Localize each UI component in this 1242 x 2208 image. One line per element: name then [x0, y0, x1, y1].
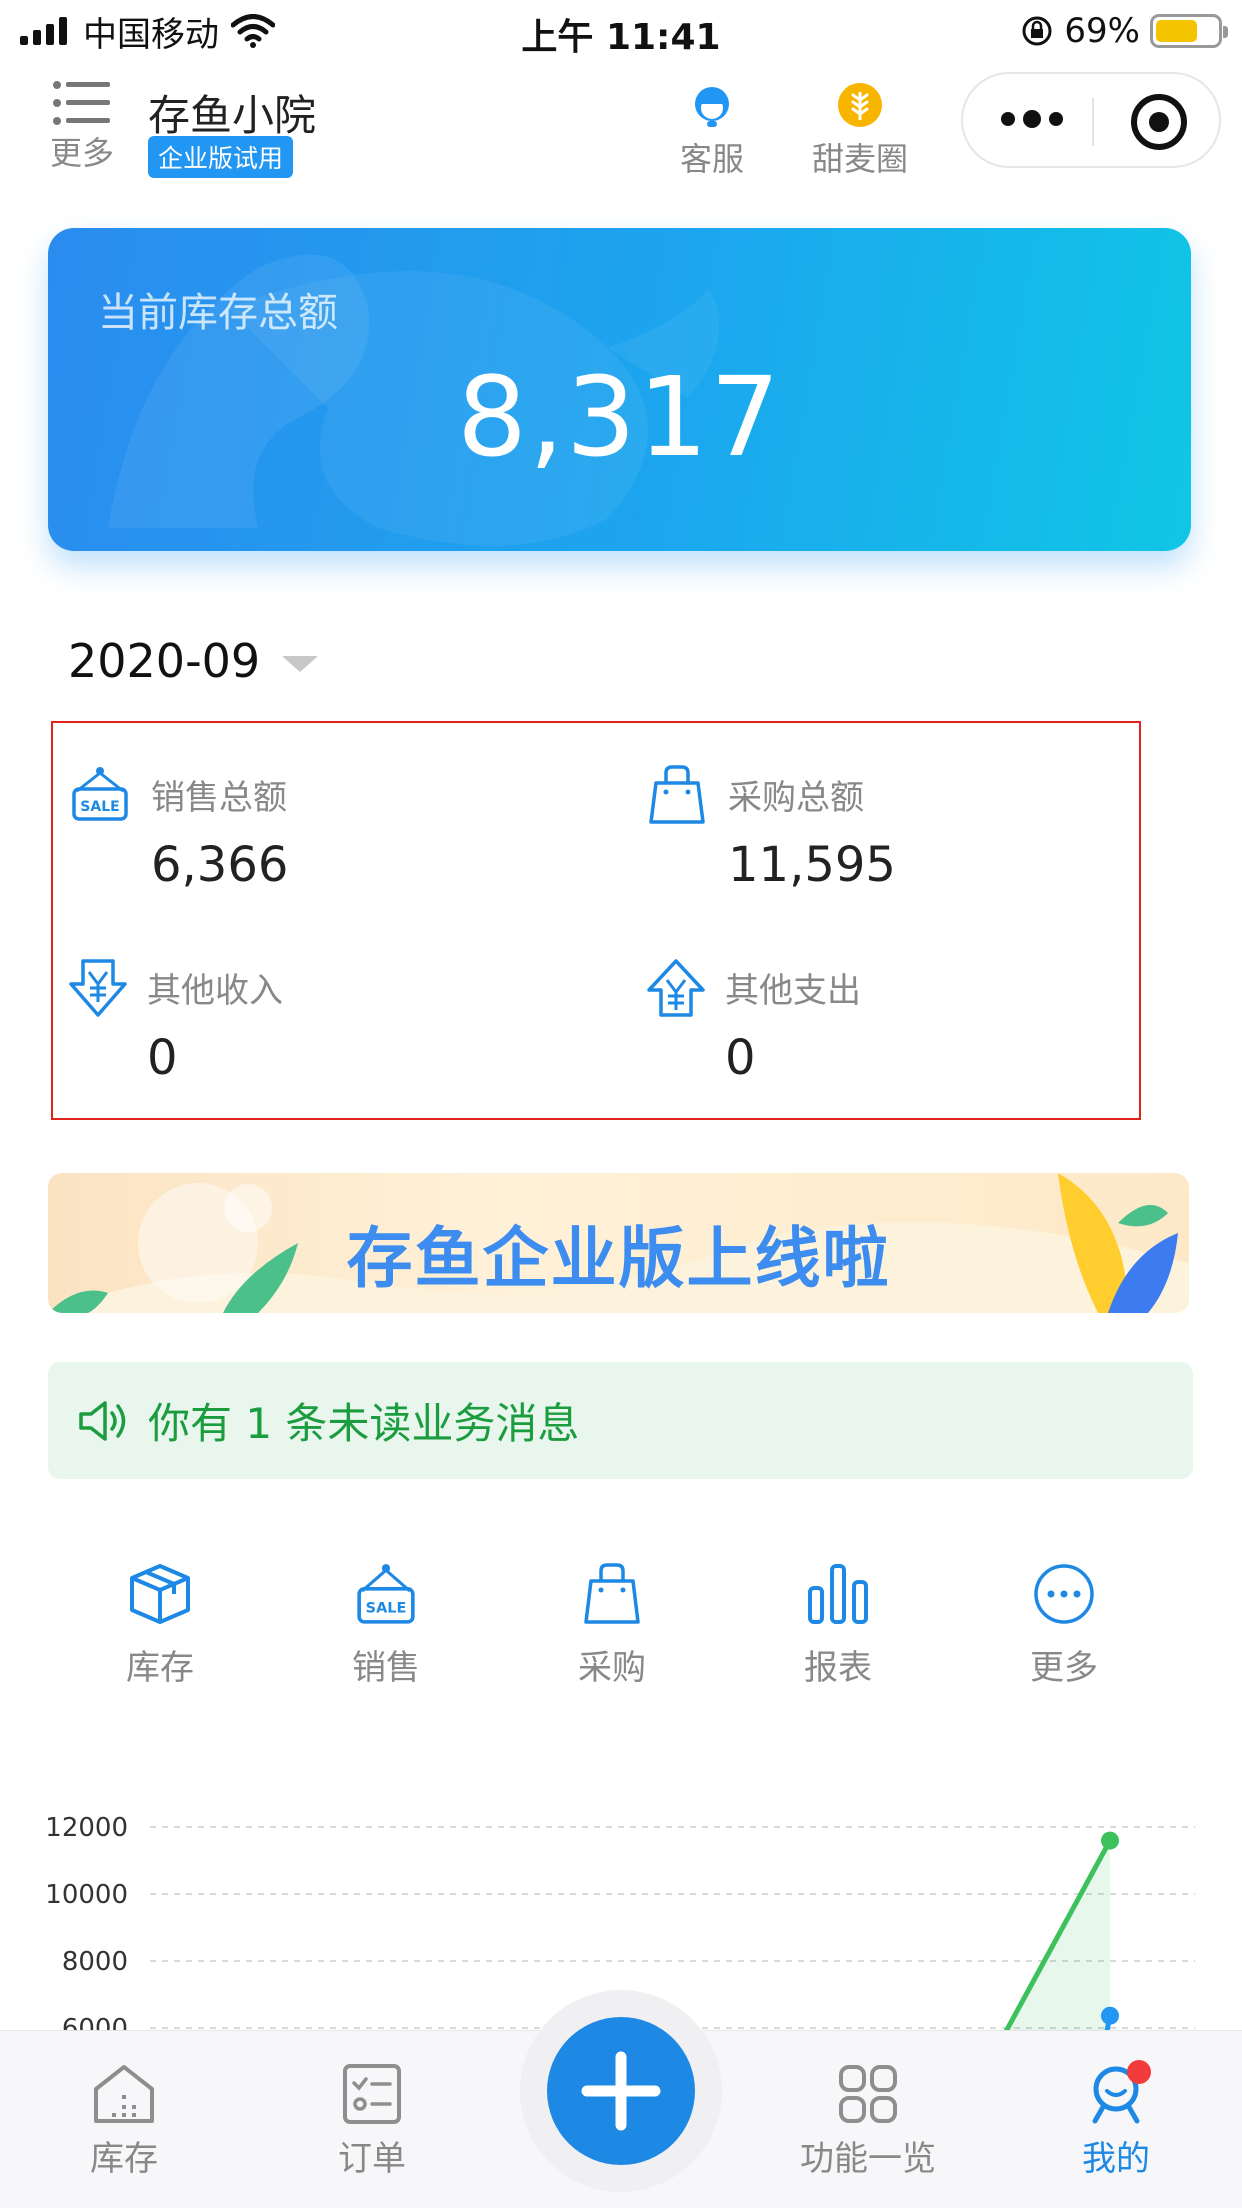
capsule-divider — [1092, 98, 1094, 146]
stat-label: 销售总额 — [151, 778, 287, 818]
tab-label: 我的 — [1082, 2139, 1150, 2179]
sale-sign-icon: SALE — [357, 1564, 415, 1624]
svg-text:SALE: SALE — [366, 1601, 407, 1617]
more-options-icon[interactable] — [1001, 110, 1063, 128]
menu-label: 更多 — [49, 134, 114, 172]
speaker-icon — [79, 1400, 126, 1441]
notice-text: 你有 1 条未读业务消息 — [148, 1399, 580, 1448]
func-purchase[interactable]: 采购 — [532, 1562, 692, 1689]
notification-dot — [1127, 2060, 1151, 2084]
menu-list-icon — [53, 81, 110, 125]
inventory-total-title: 当前库存总额 — [98, 290, 338, 336]
nav-header: 更多 存鱼小院 企业版试用 客服 甜麦圈 — [0, 62, 1242, 192]
rotation-lock-icon — [1022, 16, 1052, 46]
monthly-stats: SALE 销售总额 6,366 采购总额 11,595 其他收入 0 其他支出 … — [51, 721, 1141, 1120]
func-more[interactable]: 更多 — [984, 1562, 1144, 1689]
status-right: 69% — [1020, 10, 1228, 52]
yen-in-icon — [69, 959, 127, 1017]
func-label: 库存 — [126, 1648, 194, 1688]
tab-label: 功能一览 — [800, 2139, 936, 2179]
bar-chart-icon — [808, 1564, 868, 1624]
caret-down-icon — [282, 656, 319, 672]
tab-label: 订单 — [338, 2139, 406, 2179]
battery-icon — [1150, 14, 1228, 48]
inventory-total-card[interactable]: 当前库存总额 8,317 — [48, 228, 1191, 551]
add-button[interactable] — [547, 2017, 695, 2165]
menu-button[interactable]: 更多 — [40, 80, 124, 174]
data-point[interactable] — [1101, 1831, 1119, 1850]
circle-button[interactable]: 甜麦圈 — [810, 80, 910, 180]
customer-service-button[interactable]: 客服 — [670, 80, 754, 180]
box-icon — [130, 1564, 190, 1624]
plus-icon — [581, 2051, 661, 2131]
grid-icon — [839, 2065, 897, 2123]
y-tick-label: 10000 — [45, 1880, 128, 1910]
stat-value: 0 — [725, 1030, 756, 1086]
more-circle-icon — [1034, 1564, 1094, 1624]
warehouse-icon — [94, 2065, 154, 2123]
month-value: 2020-09 — [68, 634, 261, 688]
y-tick-label: 6000 — [62, 2014, 128, 2030]
func-reports[interactable]: 报表 — [758, 1562, 918, 1689]
unread-message-notice[interactable]: 你有 1 条未读业务消息 — [48, 1362, 1193, 1479]
close-target-icon[interactable] — [1131, 94, 1187, 150]
app-screen: 中国移动 上午 11:41 69% 更多 存鱼小院 企业版试用 客服 甜麦圈 当… — [0, 0, 1242, 2208]
func-label: 采购 — [578, 1648, 646, 1688]
order-list-icon — [343, 2064, 401, 2124]
shopping-bag-icon — [584, 1563, 640, 1624]
inventory-total-value: 8,317 — [457, 353, 782, 481]
battery-fill — [1156, 20, 1198, 42]
svg-text:SALE: SALE — [80, 799, 119, 815]
tab-inventory[interactable]: 库存 — [24, 2063, 224, 2180]
stat-value: 0 — [147, 1030, 178, 1086]
banner-text: 存鱼企业版上线啦 — [346, 1220, 891, 1297]
sale-sign-icon: SALE — [72, 767, 128, 821]
mini-program-capsule — [961, 72, 1221, 168]
func-inventory[interactable]: 库存 — [80, 1562, 240, 1689]
func-label: 报表 — [804, 1648, 872, 1688]
tab-features[interactable]: 功能一览 — [768, 2063, 968, 2180]
y-tick-label: 8000 — [62, 1947, 128, 1977]
shopping-bag-icon — [649, 765, 705, 824]
y-tick-label: 12000 — [45, 1813, 128, 1843]
circle-label: 甜麦圈 — [811, 140, 908, 178]
month-selector[interactable]: 2020-09 — [68, 634, 319, 688]
battery-percent: 69% — [1064, 11, 1140, 51]
tab-profile[interactable]: 我的 — [1016, 2063, 1216, 2180]
customer-service-label: 客服 — [679, 140, 744, 178]
tab-label: 库存 — [90, 2139, 158, 2179]
stat-value: 11,595 — [728, 837, 896, 893]
stat-label: 采购总额 — [728, 778, 864, 818]
stat-value: 6,366 — [151, 837, 289, 893]
tab-orders[interactable]: 订单 — [272, 2063, 472, 2180]
func-sales[interactable]: SALE 销售 — [306, 1562, 466, 1689]
wheat-icon — [838, 83, 882, 127]
stat-label: 其他收入 — [147, 971, 283, 1011]
func-label: 更多 — [1030, 1648, 1098, 1688]
func-label: 销售 — [352, 1648, 420, 1688]
shop-name[interactable]: 存鱼小院 — [148, 82, 316, 143]
edition-badge: 企业版试用 — [148, 136, 294, 178]
promo-banner[interactable]: 存鱼企业版上线啦 — [48, 1173, 1189, 1313]
customer-service-icon — [695, 87, 729, 127]
stat-label: 其他支出 — [725, 971, 861, 1011]
yen-out-icon — [647, 959, 705, 1017]
data-point[interactable] — [1101, 2006, 1119, 2025]
status-bar: 中国移动 上午 11:41 69% — [0, 0, 1242, 62]
